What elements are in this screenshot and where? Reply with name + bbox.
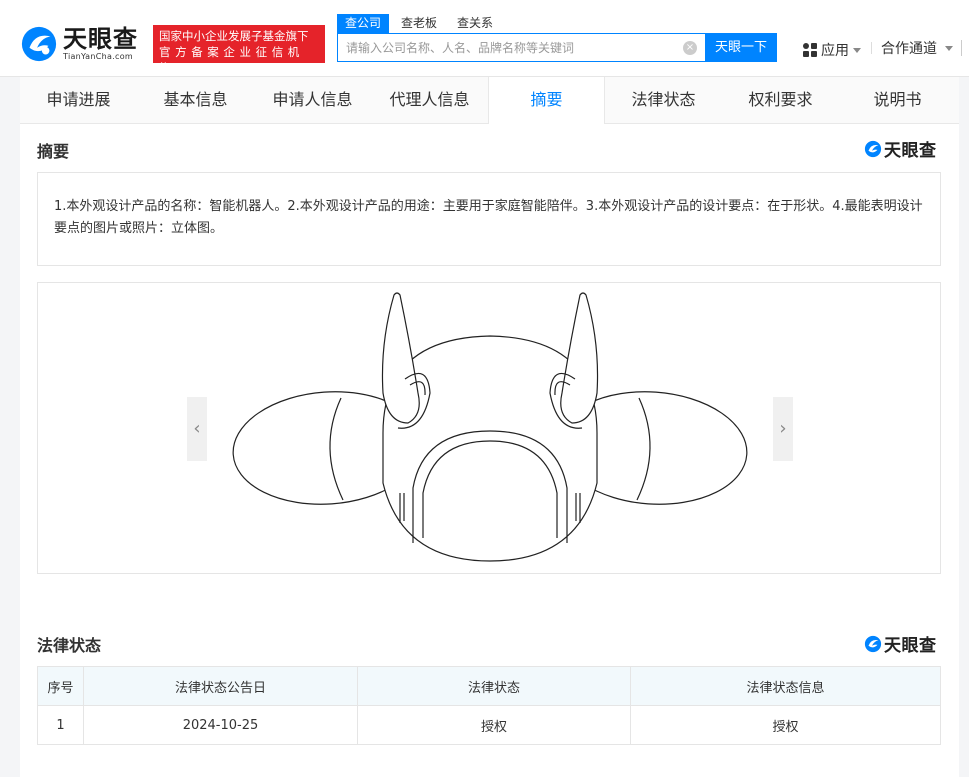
header-divider <box>871 42 872 54</box>
partner-label: 合作通道 <box>881 41 937 57</box>
badge-line-2: 官方备案企业征信机构 <box>159 45 304 75</box>
logo-domain: TianYanCha.com <box>63 52 133 61</box>
apps-label: 应用 <box>821 43 849 59</box>
prev-image-button[interactable]: ‹ <box>187 397 207 461</box>
chevron-down-icon <box>853 47 861 53</box>
cell-announce-date: 2024-10-25 <box>83 705 358 745</box>
tab-claims[interactable]: 权利要求 <box>722 77 839 123</box>
clear-icon[interactable]: × <box>683 40 697 55</box>
search-tab-company[interactable]: 查公司 <box>337 14 390 33</box>
apps-grid-icon <box>803 43 817 57</box>
search-tab-relation[interactable]: 查关系 <box>449 14 501 33</box>
col-index: 序号 <box>37 666 84 706</box>
cell-status: 授权 <box>357 705 631 745</box>
search-type-tabs: 查公司 查老板 查关系 <box>337 14 505 33</box>
tab-agent-info[interactable]: 代理人信息 <box>371 77 488 123</box>
detail-tabs: 申请进展 基本信息 申请人信息 代理人信息 摘要 法律状态 权利要求 说明书 <box>20 77 959 124</box>
cell-index: 1 <box>37 705 84 745</box>
tianyancha-logo-icon <box>864 635 882 652</box>
search-input[interactable] <box>338 34 683 61</box>
col-announce-date: 法律状态公告日 <box>83 666 358 706</box>
chevron-down-icon <box>945 45 953 51</box>
abstract-title: 摘要 <box>37 142 70 161</box>
tab-basic-info[interactable]: 基本信息 <box>137 77 254 123</box>
watermark-text: 天眼查 <box>884 636 937 656</box>
badge-line-1: 国家中小企业发展子基金旗下 <box>159 29 309 43</box>
abstract-watermark: 天眼查 <box>864 136 937 161</box>
logo-text: 天眼查 <box>63 25 138 53</box>
main-panel: 申请进展 基本信息 申请人信息 代理人信息 摘要 法律状态 权利要求 说明书 摘… <box>20 77 959 777</box>
top-header: 天眼查 TianYanCha.com 国家中小企业发展子基金旗下 官方备案企业征… <box>0 0 969 77</box>
apps-menu[interactable]: 应用 <box>803 40 861 60</box>
table-header-row: 序号 法律状态公告日 法律状态 法律状态信息 <box>37 666 941 706</box>
tab-applicant-info[interactable]: 申请人信息 <box>254 77 371 123</box>
abstract-text: 1.本外观设计产品的名称：智能机器人。2.本外观设计产品的用途：主要用于家庭智能… <box>37 172 941 266</box>
search-tab-boss[interactable]: 查老板 <box>393 14 445 33</box>
header-edge-divider <box>961 40 962 56</box>
table-row: 1 2024-10-25 授权 授权 <box>37 705 941 745</box>
partner-menu[interactable]: 合作通道 <box>881 38 953 58</box>
tab-legal-status[interactable]: 法律状态 <box>605 77 722 123</box>
col-status: 法律状态 <box>357 666 631 706</box>
tianyancha-logo-icon <box>864 140 882 157</box>
legal-watermark: 天眼查 <box>864 631 937 656</box>
search-box: × 天眼一下 <box>337 33 777 62</box>
tianyancha-logo-icon <box>21 26 57 62</box>
next-image-button[interactable]: › <box>773 397 793 461</box>
tab-abstract[interactable]: 摘要 <box>488 77 605 124</box>
search-button[interactable]: 天眼一下 <box>705 33 777 62</box>
col-status-info: 法律状态信息 <box>630 666 941 706</box>
legal-status-table: 序号 法律状态公告日 法律状态 法律状态信息 1 2024-10-25 授权 授… <box>37 666 941 745</box>
robot-design-drawing <box>232 292 748 562</box>
design-image-viewer: ‹ › <box>37 282 941 574</box>
legal-status-title: 法律状态 <box>37 636 102 655</box>
official-badge: 国家中小企业发展子基金旗下 官方备案企业征信机构 <box>153 25 325 75</box>
tab-application-progress[interactable]: 申请进展 <box>20 77 137 123</box>
tab-specification[interactable]: 说明书 <box>839 77 956 123</box>
cell-status-info: 授权 <box>630 705 941 745</box>
watermark-text: 天眼查 <box>884 141 937 161</box>
site-logo[interactable]: 天眼查 TianYanCha.com <box>20 25 138 63</box>
